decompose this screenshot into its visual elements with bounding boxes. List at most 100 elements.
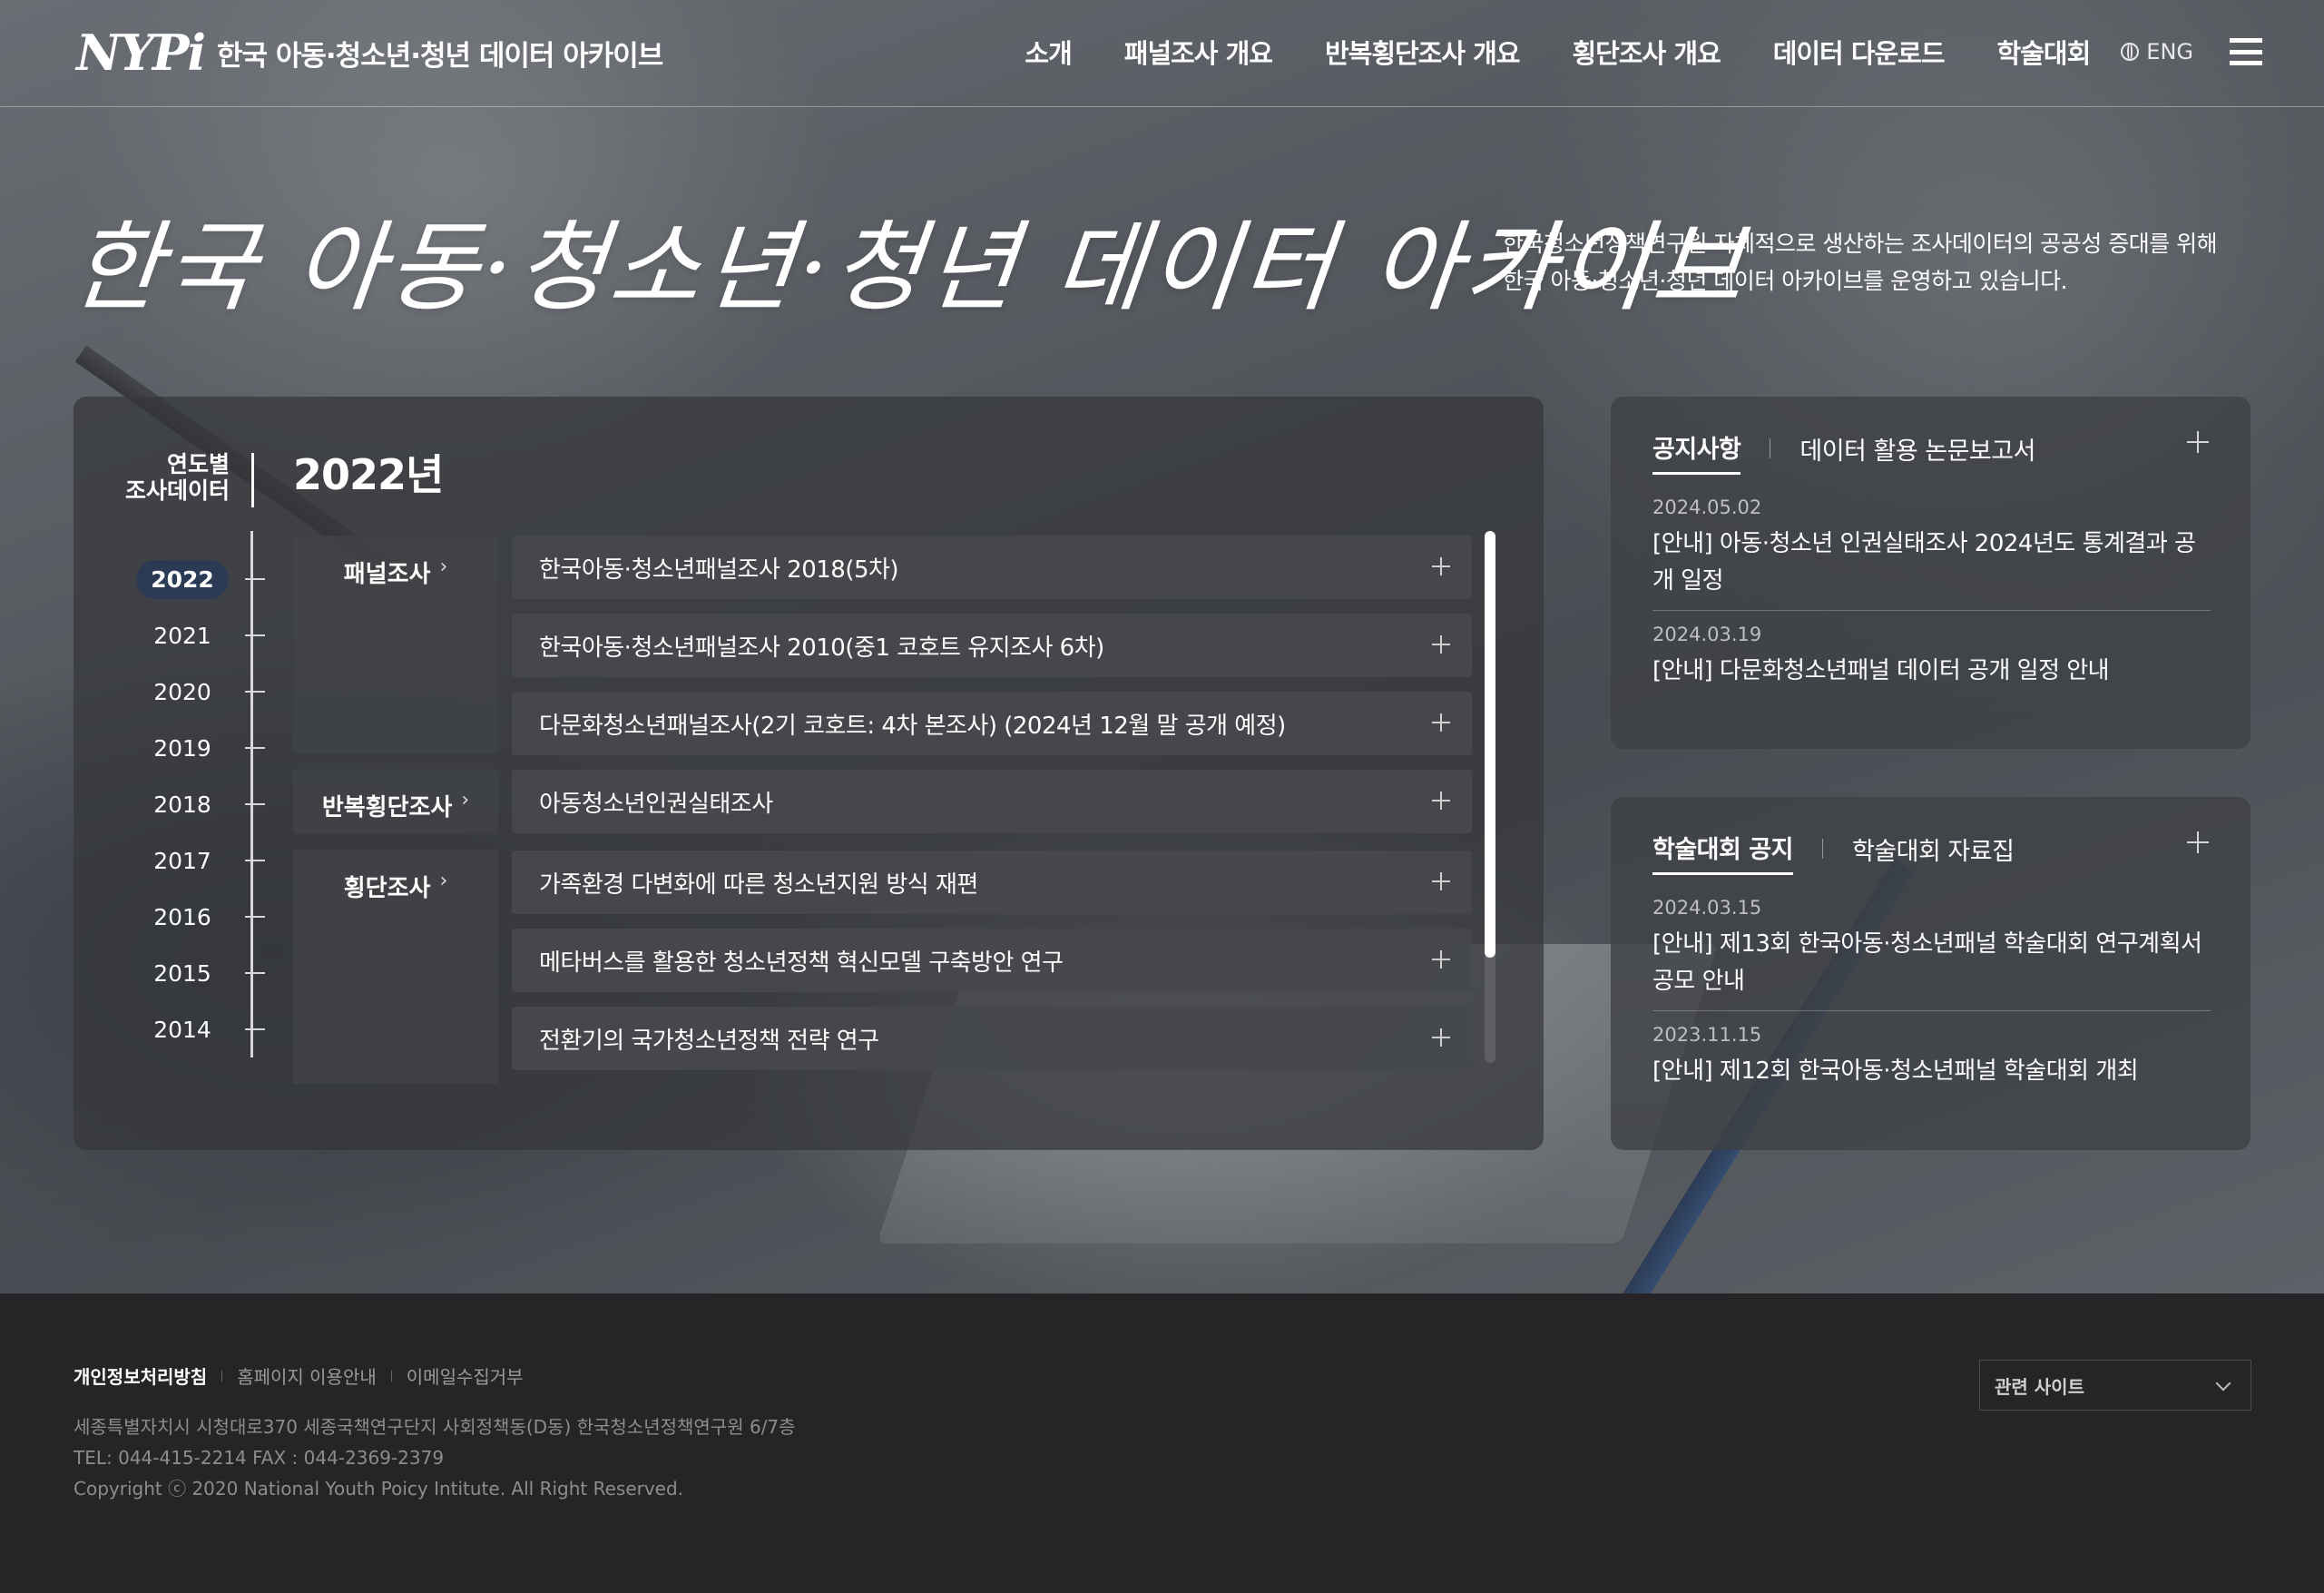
language-switch[interactable]: ENG: [2121, 39, 2193, 64]
hero-desc-line: 한국 아동·청소년·청년 데이터 아카이브를 운영하고 있습니다.: [1503, 268, 2068, 294]
survey-title: 한국아동·청소년패널조사 2010(중1 코호트 유지조사 6차): [539, 634, 1104, 662]
nav-item-cross[interactable]: 횡단조사 개요: [1573, 33, 1721, 71]
survey-row[interactable]: 한국아동·청소년패널조사 2010(중1 코호트 유지조사 6차): [512, 614, 1472, 677]
category-cross-survey[interactable]: 횡단조사 ›: [293, 850, 498, 1084]
plus-icon[interactable]: [1425, 706, 1457, 739]
year-item-2021[interactable]: 2021: [137, 607, 265, 664]
plus-icon[interactable]: [1425, 550, 1457, 583]
privacy-policy-link[interactable]: 개인정보처리방침: [74, 1362, 207, 1389]
main-nav: 소개 패널조사 개요 반복횡단조사 개요 횡단조사 개요 데이터 다운로드 학술…: [972, 33, 2262, 71]
hero-desc-line: 한국청소년정책연구원 자체적으로 생산하는 조사데이터의 공공성 증대를 위해: [1503, 231, 2218, 257]
year-item-2015[interactable]: 2015: [137, 945, 265, 1001]
yearly-label: 연도별 조사데이터: [121, 451, 230, 504]
logo-text: 한국 아동·청소년·청년 데이터 아카이브: [217, 39, 663, 73]
conference-tabs: 학술대회 공지 학술대회 자료집: [1652, 830, 2015, 875]
tab-notice[interactable]: 공지사항: [1652, 429, 1741, 475]
category-label: 횡단조사: [343, 875, 431, 902]
more-plus-icon[interactable]: [2182, 826, 2214, 859]
nav-item-panel[interactable]: 패널조사 개요: [1124, 33, 1273, 71]
survey-row[interactable]: 아동청소년인권실태조사: [512, 770, 1472, 833]
related-sites-label: 관련 사이트: [1995, 1375, 2084, 1398]
year-item-2018[interactable]: 2018: [137, 776, 265, 832]
survey-row[interactable]: 다문화청소년패널조사(2기 코호트: 4차 본조사) (2024년 12월 말 …: [512, 692, 1472, 755]
year-item-2022[interactable]: 2022: [137, 551, 265, 607]
notice-tabs: 공지사항 데이터 활용 논문보고서: [1652, 429, 2035, 475]
globe-icon: [2121, 43, 2140, 61]
post-divider: [1652, 610, 2211, 611]
notice-post[interactable]: 2024.03.19 [안내] 다문화청소년패널 데이터 공개 일정 안내: [1652, 624, 2211, 690]
footer-copyright: Copyright ⓒ 2020 National Youth Poicy In…: [74, 1478, 684, 1500]
survey-title: 전환기의 국가청소년정책 전략 연구: [539, 1027, 879, 1055]
nav-item-conference[interactable]: 학술대회: [1997, 33, 2092, 71]
post-date: 2024.03.19: [1652, 624, 1762, 645]
nav-item-repeat-cross[interactable]: 반복횡단조사 개요: [1325, 33, 1521, 71]
plus-icon[interactable]: [1425, 943, 1457, 976]
chevron-right-icon: ›: [461, 789, 470, 811]
link-divider: [221, 1370, 223, 1382]
scrollbar-thumb[interactable]: [1485, 531, 1495, 958]
chevron-down-icon: [2215, 1375, 2231, 1391]
survey-title: 메타버스를 활용한 청소년정책 혁신모델 구축방안 연구: [539, 949, 1064, 977]
post-date: 2023.11.15: [1652, 1024, 1762, 1046]
survey-row[interactable]: 가족환경 다변화에 따른 청소년지원 방식 재편: [512, 851, 1472, 914]
tab-divider: [1821, 839, 1823, 859]
yearly-label-line: 조사데이터: [124, 477, 230, 504]
footer-address: 세종특별자치시 시청대로370 세종국책연구단지 사회정책동(D동) 한국청소년…: [74, 1416, 796, 1438]
conference-post[interactable]: 2024.03.15 [안내] 제13회 한국아동·청소년패널 학술대회 연구계…: [1652, 897, 2211, 1000]
email-refusal-link[interactable]: 이메일수집거부: [407, 1362, 524, 1389]
plus-icon[interactable]: [1425, 628, 1457, 661]
footer-info: 세종특별자치시 시청대로370 세종국책연구단지 사회정책동(D동) 한국청소년…: [74, 1411, 796, 1504]
survey-title: 한국아동·청소년패널조사 2018(5차): [539, 556, 899, 584]
site-header: NYPi 한국 아동·청소년·청년 데이터 아카이브 소개 패널조사 개요 반복…: [0, 0, 2324, 107]
category-label: 패널조사: [343, 561, 431, 588]
survey-row[interactable]: 전환기의 국가청소년정책 전략 연구: [512, 1007, 1472, 1070]
yearly-label-line: 연도별: [166, 451, 230, 477]
post-title: [안내] 아동·청소년 인권실태조사 2024년도 통계결과 공개 일정: [1652, 530, 2196, 595]
site-footer: 개인정보처리방침 홈페이지 이용안내 이메일수집거부 세종특별자치시 시청대로3…: [0, 1293, 2324, 1593]
tab-conference-materials[interactable]: 학술대회 자료집: [1852, 831, 2015, 874]
plus-icon[interactable]: [1425, 865, 1457, 898]
link-divider: [390, 1370, 392, 1382]
year-item-2019[interactable]: 2019: [137, 720, 265, 776]
survey-row[interactable]: 메타버스를 활용한 청소년정책 혁신모델 구축방안 연구: [512, 929, 1472, 992]
footer-links: 개인정보처리방침 홈페이지 이용안내 이메일수집거부: [74, 1362, 524, 1389]
post-title: [안내] 제13회 한국아동·청소년패널 학술대회 연구계획서 공모 안내: [1652, 930, 2202, 995]
site-guide-link[interactable]: 홈페이지 이용안내: [237, 1362, 377, 1389]
post-title: [안내] 다문화청소년패널 데이터 공개 일정 안내: [1652, 657, 2110, 684]
more-plus-icon[interactable]: [2182, 426, 2214, 458]
notice-panel: 공지사항 데이터 활용 논문보고서 2024.05.02 [안내] 아동·청소년…: [1611, 397, 2250, 749]
survey-title: 다문화청소년패널조사(2기 코호트: 4차 본조사) (2024년 12월 말 …: [539, 712, 1286, 740]
language-label: ENG: [2146, 39, 2193, 64]
year-item-2016[interactable]: 2016: [137, 889, 265, 945]
chevron-right-icon: ›: [439, 556, 448, 578]
post-title: [안내] 제12회 한국아동·청소년패널 학술대회 개최: [1652, 1057, 2139, 1085]
yearly-data-panel: 연도별 조사데이터 2022년 2022 2021 2020 2019 2018…: [74, 397, 1544, 1150]
selected-year-heading: 2022년: [293, 450, 444, 499]
plus-icon[interactable]: [1425, 1021, 1457, 1054]
plus-icon[interactable]: [1425, 784, 1457, 817]
related-sites-select[interactable]: 관련 사이트: [1979, 1360, 2251, 1411]
hero-description: 한국청소년정책연구원 자체적으로 생산하는 조사데이터의 공공성 증대를 위해 …: [1503, 225, 2218, 300]
hero-title: 한국 아동·청소년·청년 데이터 아카이브: [65, 211, 1752, 325]
conference-post[interactable]: 2023.11.15 [안내] 제12회 한국아동·청소년패널 학술대회 개최: [1652, 1024, 2211, 1090]
category-repeat-cross-survey[interactable]: 반복횡단조사 ›: [293, 769, 498, 834]
tab-conference-notice[interactable]: 학술대회 공지: [1652, 830, 1793, 875]
menu-icon[interactable]: [2230, 38, 2262, 65]
tab-papers[interactable]: 데이터 활용 논문보고서: [1799, 431, 2035, 474]
year-item-2017[interactable]: 2017: [137, 832, 265, 889]
year-item-2020[interactable]: 2020: [137, 664, 265, 720]
nav-item-intro[interactable]: 소개: [1025, 33, 1072, 71]
post-date: 2024.03.15: [1652, 897, 1762, 919]
year-item-2013[interactable]: 2013: [137, 1057, 228, 1059]
conference-panel: 학술대회 공지 학술대회 자료집 2024.03.15 [안내] 제13회 한국…: [1611, 797, 2250, 1150]
survey-scrollbar[interactable]: [1485, 531, 1495, 1063]
category-panel-survey[interactable]: 패널조사 ›: [293, 536, 498, 753]
survey-row[interactable]: 한국아동·청소년패널조사 2018(5차): [512, 536, 1472, 599]
nypi-logo-mark: NYPi: [76, 24, 206, 82]
nav-item-download[interactable]: 데이터 다운로드: [1773, 33, 1946, 71]
year-item-2014[interactable]: 2014: [137, 1001, 265, 1057]
label-divider: [251, 453, 254, 507]
site-logo[interactable]: NYPi 한국 아동·청소년·청년 데이터 아카이브: [76, 24, 663, 82]
footer-contact: TEL: 044-415-2214 FAX : 044-2369-2379: [74, 1447, 445, 1469]
notice-post[interactable]: 2024.05.02 [안내] 아동·청소년 인권실태조사 2024년도 통계결…: [1652, 497, 2211, 600]
